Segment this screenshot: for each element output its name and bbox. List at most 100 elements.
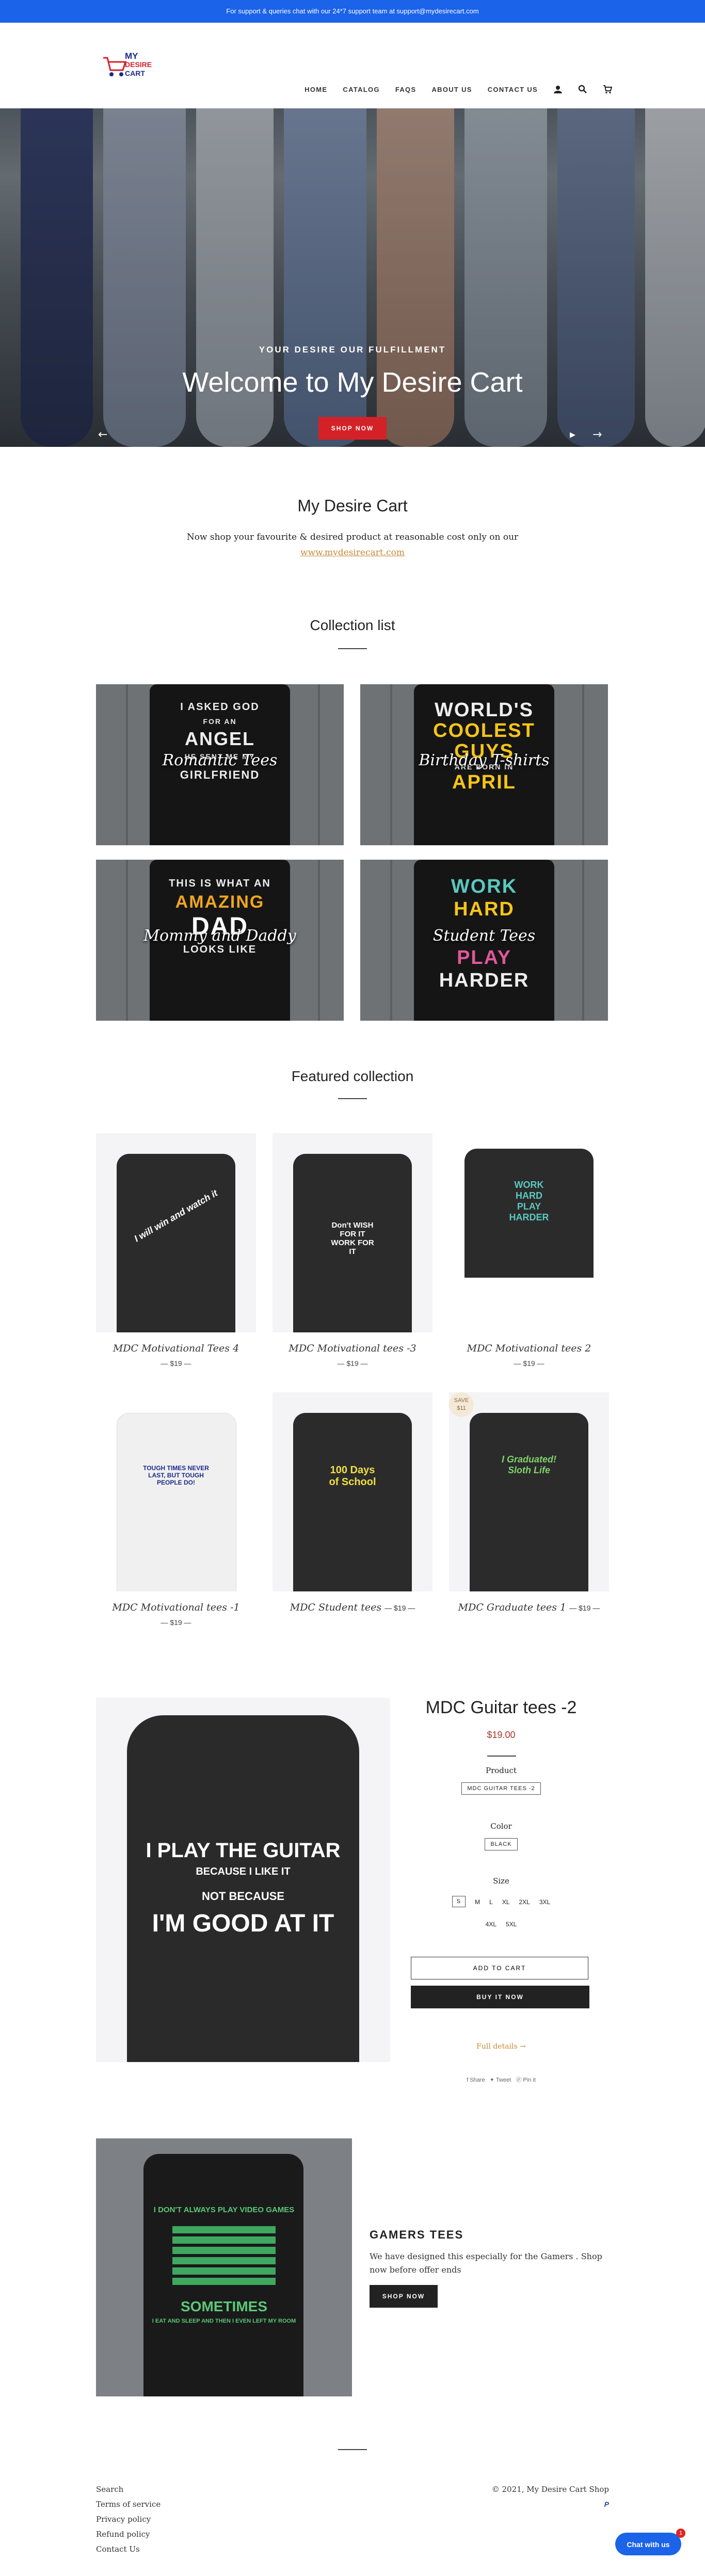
product-tee [470,1413,588,1591]
announcement-text: For support & queries chat with our 24*7… [226,7,479,15]
product-option-row: MDC GUITAR TEES -2 [411,1782,591,1795]
size-option[interactable]: 5XL [506,1921,517,1928]
collection-art-line: HARD [454,898,515,920]
product-price: $19 [346,1359,359,1367]
footer-divider [338,2449,367,2450]
product-name: MDC Motivational tees -1 [112,1602,240,1613]
intro-site-link[interactable]: www.mydesirecart.com [300,548,405,558]
pinterest-icon: ⓟ [516,2077,522,2083]
footer-link-search[interactable]: Search [96,2482,161,2497]
product-card[interactable]: I Graduated! Sloth Life SAVE $11 MDC Grad… [449,1392,609,1613]
hero-shop-now-button[interactable]: SHOP NOW [318,417,387,440]
cart-icon[interactable] [603,85,612,94]
gamers-heading: GAMERS TEES [370,2228,464,2241]
collection-title: Mommy and Daddy [143,927,296,945]
collection-title: Student Tees [432,927,536,945]
footer-link-privacy[interactable]: Privacy policy [96,2512,161,2527]
gamers-print-line: I EAT AND SLEEP AND THEN I EVEN LEFT MY … [152,2318,296,2324]
featured-product-image[interactable]: I PLAY THE GUITAR BECAUSE I LIKE IT NOT … [96,1698,390,2062]
size-option[interactable]: 2XL [519,1896,530,1907]
tweet-link[interactable]: Tweet [496,2077,511,2083]
collection-card-mommy-daddy[interactable]: THIS IS WHAT AN AMAZING DAD LOOKS LIKE M… [96,860,344,1021]
collection-card-birthday[interactable]: WORLD'S COOLEST GUYS ARE BORN IN APRIL B… [360,684,608,845]
product-card[interactable]: I will win and watch it MDC Motivational… [96,1133,256,1367]
product-image: 100 Days of School [273,1392,432,1591]
slideshow-pause-icon[interactable]: ▸ [570,428,575,441]
search-icon[interactable] [578,85,587,94]
nav-contact-us[interactable]: CONTACT US [488,86,538,93]
account-icon[interactable] [553,85,563,94]
product-price: $19 [523,1359,535,1367]
nav-home[interactable]: HOME [305,86,327,93]
color-option-black[interactable]: BLACK [485,1838,518,1850]
featured-product-print-line: NOT BECAUSE [201,1890,285,1903]
buy-it-now-button[interactable]: BUY IT NOW [411,1986,589,2008]
size-option[interactable]: 4XL [486,1921,496,1928]
hero-slideshow: YOUR DESIRE OUR FULFILLMENT Welcome to M… [0,108,705,447]
store-logo[interactable]: MY DESIRE CART [102,46,160,86]
product-option-select[interactable]: MDC GUITAR TEES -2 [461,1782,541,1795]
featured-product-print-line: BECAUSE I LIKE IT [196,1866,291,1877]
pin-it-link[interactable]: Pin it [523,2077,535,2083]
size-option[interactable]: 3XL [539,1896,550,1907]
nav-about-us[interactable]: ABOUT US [431,86,472,93]
collection-art: WORLD'S COOLEST GUYS ARE BORN IN APRIL [432,700,536,793]
collection-card-student[interactable]: WORK HARD PLAY HARDER Student Tees [360,860,608,1021]
product-price: $19 [170,1359,182,1367]
gamers-print-line: SOMETIMES [180,2298,267,2314]
product-card[interactable]: TOUGH TIMES NEVER LAST, BUT TOUGH PEOPLE… [96,1392,256,1627]
intro-heading: My Desire Cart [297,496,408,515]
product-print: Don't WISH FOR IT WORK FOR IT [331,1221,374,1256]
footer-links: Search Terms of service Privacy policy R… [96,2482,161,2557]
product-card[interactable]: Don't WISH FOR IT WORK FOR IT MDC Motiva… [273,1133,432,1367]
footer-link-contact[interactable]: Contact Us [96,2542,161,2557]
gamers-print-line: I DON'T ALWAYS PLAY VIDEO GAMES [153,2205,295,2214]
collection-art-line: PLAY [457,947,511,969]
collection-art-line: ANGEL [185,728,255,749]
product-title: MDC Guitar tees -2 [425,1698,577,1717]
product-print: WORK HARD PLAY HARDER [509,1180,549,1222]
size-option[interactable]: S [452,1896,466,1907]
product-name-price: MDC Graduate tees 1 — $19 — [449,1602,609,1613]
product-print: TOUGH TIMES NEVER LAST, BUT TOUGH PEOPLE… [143,1464,209,1486]
product-price: $19 [394,1604,406,1612]
logo-line-1: MY [125,51,138,61]
product-name: MDC Motivational tees -3 [289,1343,416,1354]
featured-heading: Featured collection [291,1068,414,1084]
slideshow-prev-icon[interactable]: ← [98,428,107,441]
twitter-icon: ✦ [489,2077,494,2083]
nav-catalog[interactable]: CATALOG [343,86,379,93]
size-option[interactable]: M [475,1896,480,1907]
product-price-row: — $19 — [569,1604,600,1612]
size-option[interactable]: XL [502,1896,510,1907]
share-link[interactable]: Share [470,2077,485,2083]
announcement-bar: For support & queries chat with our 24*7… [0,0,705,23]
product-card[interactable]: 100 Days of School MDC Student tees — $1… [273,1392,432,1613]
product-image: I will win and watch it [96,1133,256,1332]
footer-link-refund[interactable]: Refund policy [96,2527,161,2542]
size-option[interactable]: L [489,1896,493,1907]
footer-link-terms[interactable]: Terms of service [96,2497,161,2512]
product-image: I Graduated! Sloth Life SAVE $11 [449,1392,609,1591]
product-image: TOUGH TIMES NEVER LAST, BUT TOUGH PEOPLE… [96,1392,256,1591]
footer-right: © 2021, My Desire Cart Shop P [492,2482,609,2512]
size-option-label: Size [493,1876,509,1886]
size-options-row-1: S M L XL 2XL 3XL [411,1896,591,1907]
full-details-link[interactable]: Full details → [411,2042,591,2051]
chat-button[interactable]: Chat with us [615,2533,681,2555]
section-divider [338,648,367,649]
gamers-shop-now-button[interactable]: SHOP NOW [370,2285,438,2308]
nav-faqs[interactable]: FAQS [395,86,416,93]
product-price: $19.00 [487,1730,516,1740]
featured-product-tee [127,1715,359,2062]
product-image: WORK HARD PLAY HARDER [449,1133,609,1332]
product-name-price: MDC Student tees — $19 — [273,1602,432,1613]
collection-art-line: WORLD'S [435,699,534,721]
section-divider [487,1756,516,1757]
product-card[interactable]: WORK HARD PLAY HARDER MDC Motivational t… [449,1133,609,1367]
collection-card-romantic[interactable]: I ASKED GOD FOR AN ANGEL HE SENT ME MY G… [96,684,344,845]
hero-subheading: YOUR DESIRE OUR FULFILLMENT [259,345,446,355]
add-to-cart-button[interactable]: ADD TO CART [411,1957,588,1979]
slideshow-next-icon[interactable]: → [592,428,602,441]
intro-text: Now shop your favourite & desired produc… [186,532,519,542]
